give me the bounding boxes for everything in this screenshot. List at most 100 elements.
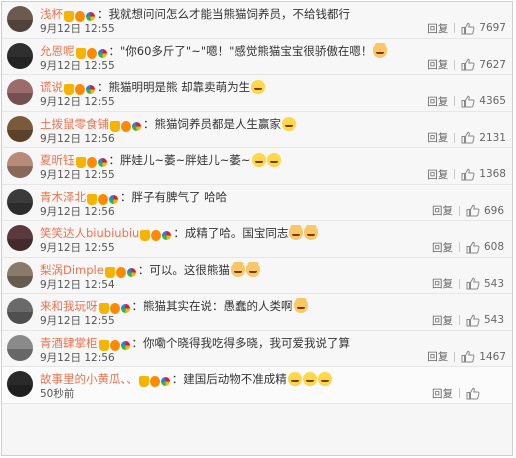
- thumbs-up-icon[interactable]: [466, 387, 480, 400]
- comment-time: 9月12日 12:55: [40, 96, 115, 108]
- username-link[interactable]: 浅杯: [40, 7, 63, 21]
- like-count: 543: [484, 277, 505, 290]
- thumbs-up-icon[interactable]: [466, 241, 480, 254]
- comment-actions: 回复 1368: [427, 167, 506, 181]
- rainbow-badge-icon: [120, 304, 130, 313]
- divider: [454, 351, 456, 362]
- avatar[interactable]: [7, 371, 33, 397]
- thumbs-up-icon[interactable]: [461, 58, 475, 71]
- thumbs-up-icon[interactable]: [461, 350, 475, 363]
- vip-badge-icon: [109, 303, 120, 314]
- username-link[interactable]: 青木泽北: [40, 190, 86, 204]
- separator: ：: [131, 299, 144, 313]
- thumbs-up-icon[interactable]: [466, 204, 480, 217]
- username-link[interactable]: 青酒肆掌柜: [40, 336, 98, 350]
- divider: [454, 23, 456, 33]
- member-crown-icon: [87, 193, 97, 205]
- avatar[interactable]: [7, 6, 33, 32]
- comment-time: 9月12日 12:54: [40, 278, 115, 291]
- user-badges: [140, 227, 172, 241]
- reply-button[interactable]: 回复: [432, 276, 453, 291]
- laugh-emoji-icon: [251, 80, 266, 94]
- comment-actions: 回复 2131: [427, 131, 506, 145]
- comment-row: 笑笑达人biubiubiu ：成精了哈。国宝同志 9月12日 12:55 回复 608: [2, 221, 512, 258]
- avatar[interactable]: [7, 188, 33, 215]
- comment-row: 谎说 ：熊猫明明是熊 却靠卖萌为生 9月12日 12:55 回复 4365: [2, 75, 512, 112]
- username-link[interactable]: 笑笑达人biubiubiu: [40, 226, 139, 240]
- username-link[interactable]: 故事里的小黄瓜、、: [40, 372, 138, 386]
- comment-time: 9月12日 12:55: [40, 59, 115, 72]
- divider: [459, 242, 460, 252]
- vip-badge-icon: [86, 157, 97, 168]
- thumbs-up-icon[interactable]: [461, 168, 475, 181]
- reply-button[interactable]: 回复: [427, 21, 448, 36]
- reply-button[interactable]: 回复: [432, 313, 453, 328]
- rainbow-badge-icon: [132, 121, 141, 131]
- cat-emoji-icon: [293, 298, 308, 313]
- thumbs-up-icon[interactable]: [461, 131, 475, 144]
- comment-actions: 回复 1467: [427, 350, 506, 364]
- thumbs-up-icon[interactable]: [461, 22, 475, 35]
- avatar[interactable]: [7, 79, 33, 105]
- like-count: 1467: [479, 350, 506, 363]
- thumbs-up-icon[interactable]: [466, 314, 480, 327]
- cat-emoji-icon: [245, 261, 260, 277]
- divider: [459, 205, 460, 216]
- reply-button[interactable]: 回复: [427, 167, 448, 182]
- user-badges: [98, 300, 131, 314]
- reply-button[interactable]: 回复: [427, 130, 448, 145]
- reply-button[interactable]: 回复: [427, 94, 448, 109]
- divider: [454, 59, 456, 70]
- comment-row: 故事里的小黄瓜、、 ：建国后动物不准成精 50秒前 回复: [2, 367, 512, 404]
- rainbow-badge-icon: [86, 85, 95, 94]
- avatar[interactable]: [7, 225, 33, 251]
- avatar[interactable]: [7, 298, 33, 324]
- comment-text: "你60多斤了"~"嗯！"感觉熊猫宝宝很骄傲在嗯！: [120, 43, 373, 58]
- username-link[interactable]: 谎说: [40, 80, 63, 94]
- avatar[interactable]: [7, 42, 33, 69]
- user-badges: [75, 45, 108, 59]
- rainbow-badge-icon: [126, 267, 136, 277]
- comment-row: 青木泽北 ：胖子有脾气了 哈哈 9月12日 12:56 回复 696: [2, 184, 512, 221]
- thumbs-up-icon[interactable]: [461, 95, 475, 108]
- avatar[interactable]: [7, 261, 33, 288]
- avatar[interactable]: [7, 115, 33, 142]
- comment-time: 9月12日 12:55: [40, 242, 115, 254]
- username-link[interactable]: 来和我玩呀: [40, 299, 98, 313]
- username-link[interactable]: 允恩呢: [40, 44, 75, 58]
- reply-button[interactable]: 回复: [432, 240, 453, 255]
- avatar[interactable]: [7, 334, 33, 361]
- like-count: 2131: [479, 131, 506, 144]
- username-link[interactable]: 土拨鼠零食铺: [40, 117, 109, 131]
- cat-emoji-icon: [289, 225, 304, 240]
- comment-actions: 回复 4365: [427, 94, 506, 108]
- member-crown-icon: [98, 339, 109, 351]
- laugh-emoji-icon: [251, 153, 266, 167]
- comment-text: 我就想问问怎么才能当熊猫饲养员，不给钱都行: [108, 7, 351, 21]
- laugh-emoji-icon: [266, 153, 281, 167]
- comment-actions: 回复 7697: [427, 21, 506, 35]
- vip-badge-icon: [121, 120, 131, 132]
- reply-button[interactable]: 回复: [432, 386, 453, 401]
- username-link[interactable]: 夏昕钰: [40, 153, 75, 167]
- avatar[interactable]: [7, 152, 33, 178]
- member-crown-icon: [138, 376, 149, 387]
- separator: ：: [120, 189, 132, 204]
- reply-button[interactable]: 回复: [427, 57, 448, 72]
- username-link[interactable]: 梨涡Dimple: [40, 263, 104, 277]
- thumbs-up-icon[interactable]: [466, 277, 480, 290]
- comment-row: 青酒肆掌柜 ：你嘞个晓得我吃得多晓，我可爱我说了算 9月12日 12:56 回复 146…: [2, 330, 512, 367]
- reply-button[interactable]: 回复: [432, 203, 453, 218]
- comment-row: 梨涡Dimple ：可以。这很熊猫 9月12日 12:54 回复 543: [2, 257, 512, 294]
- comment-actions: 回复 543: [432, 313, 506, 327]
- user-badges: [104, 264, 137, 278]
- comment-actions: 回复 7627: [427, 58, 506, 72]
- separator: ：: [137, 262, 150, 277]
- comment-text: 你嘞个晓得我吃得多晓，我可爱我说了算: [143, 335, 350, 350]
- rainbow-badge-icon: [120, 340, 130, 350]
- comment-time: 50秒前: [40, 388, 75, 400]
- comment-text: 建国后动物不准成精: [183, 372, 287, 386]
- reply-button[interactable]: 回复: [427, 349, 448, 364]
- comment-row: 土拨鼠零食铺 ：熊猫饲养员都是人生赢家 9月12日 12:56 回复 2131: [2, 111, 512, 148]
- vip-badge-icon: [149, 376, 160, 387]
